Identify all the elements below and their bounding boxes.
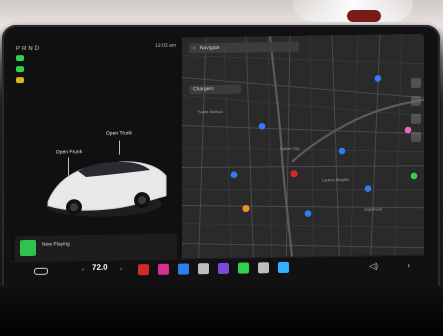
map-marker-blue-4[interactable] — [364, 185, 372, 192]
map-marker-pink[interactable] — [404, 126, 412, 134]
seatbelt-icon — [16, 77, 24, 84]
messages-app-icon[interactable] — [278, 261, 289, 274]
album-art — [20, 239, 36, 257]
navigation-map[interactable]: ⌕ Navigate Chargers Santa Monica Culver … — [182, 33, 424, 279]
touchscreen: P R N D 12:03 am Open Frunk Open Trunk N… — [10, 33, 424, 282]
map-marker-blue-5[interactable] — [304, 210, 312, 217]
map-marker-blue-3[interactable] — [230, 171, 238, 179]
volume-icon[interactable]: ◁) — [369, 261, 378, 270]
car-model — [46, 161, 167, 217]
background-car — [347, 10, 381, 22]
map-marker-blue-1[interactable] — [258, 122, 266, 130]
phone-app-icon[interactable] — [138, 264, 149, 276]
headlight-icon[interactable] — [16, 55, 24, 62]
app-launcher-icon[interactable] — [218, 262, 229, 274]
lower-dashboard — [0, 286, 443, 336]
collapse-arrow-icon[interactable]: › — [407, 261, 410, 270]
temp-up-icon[interactable]: › — [120, 266, 122, 272]
clock-text: 12:03 am — [155, 42, 176, 49]
camera-app-icon[interactable] — [258, 262, 269, 274]
trunk-label[interactable]: Open Trunk — [102, 130, 136, 137]
map-marker-orange[interactable] — [242, 204, 250, 213]
map-marker-blue-2[interactable] — [338, 147, 346, 155]
temp-down-icon[interactable]: ‹ — [82, 267, 84, 273]
car-menu-icon[interactable] — [34, 267, 48, 275]
bluetooth-app-icon[interactable] — [178, 263, 189, 275]
parking-lights-icon[interactable] — [16, 66, 24, 73]
map-markers — [230, 75, 418, 217]
gear-selector: P R N D — [16, 45, 40, 53]
temperature-display[interactable]: 72.0 — [92, 263, 108, 272]
vehicle-panel: P R N D 12:03 am Open Frunk Open Trunk N… — [10, 37, 182, 282]
map-marker-blue-6[interactable] — [374, 75, 382, 82]
media-title: Now Playing — [42, 241, 70, 248]
media-app-icon[interactable] — [198, 263, 209, 275]
map-marker-green[interactable] — [410, 172, 418, 180]
map-marker-red[interactable] — [290, 170, 298, 178]
calendar-app-icon[interactable] — [238, 262, 249, 274]
music-app-icon[interactable] — [158, 263, 169, 275]
